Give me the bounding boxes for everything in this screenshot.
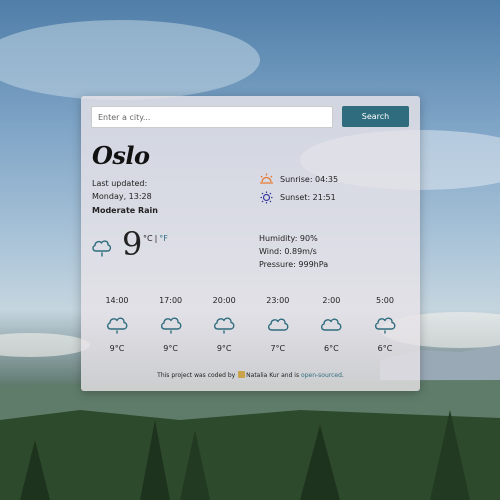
forecast-time: 5:00: [375, 296, 394, 305]
sunrise-text: Sunrise: 04:35: [280, 174, 339, 184]
forecast-item: 5:00 6°C: [359, 296, 411, 353]
footer-middle: and is: [281, 372, 300, 379]
forecast-temp: 6°C: [324, 344, 339, 353]
forecast-temp: 9°C: [163, 344, 178, 353]
rain-cloud-icon: [92, 240, 112, 257]
unit-separator: |: [154, 234, 158, 243]
city-name: Oslo: [92, 141, 150, 170]
forecast-time: 14:00: [105, 296, 129, 305]
cloud-icon: [160, 317, 182, 334]
cloud-icon: [214, 317, 235, 334]
sunset-text: Sunset: 21:51: [280, 193, 336, 202]
forecast-time: 20:00: [212, 296, 236, 305]
forecast-temp: 9°C: [109, 344, 125, 353]
footer-suffix: .: [341, 372, 344, 379]
pressure-text: Pressure: 999hPa: [259, 260, 329, 269]
forecast-row: 14:00 9°C 17:00 9°C 20:00 9°C 23:00 7°C …: [91, 296, 411, 353]
sunset-icon: [260, 191, 273, 204]
sunrise-icon: [260, 173, 273, 184]
forecast-item: 17:00 9°C: [145, 296, 197, 353]
last-updated-time: Monday, 13:28: [92, 192, 152, 201]
forecast-time: 2:00: [322, 296, 341, 305]
search-button[interactable]: Search: [342, 106, 409, 127]
sunset-row: Sunset: 21:51: [259, 191, 336, 204]
weather-card: Search Oslo Last updated: Monday, 13:28 …: [81, 96, 420, 391]
footer-author: Natalia Kur: [246, 372, 280, 379]
weather-description: Moderate Rain: [92, 206, 158, 215]
cloud-icon: [374, 317, 396, 334]
forecast-time: 17:00: [159, 296, 183, 305]
forecast-temp: 6°C: [377, 344, 393, 353]
forecast-item: 14:00 9°C: [91, 296, 143, 353]
search-input[interactable]: [91, 106, 333, 128]
forecast-time: 23:00: [266, 296, 290, 305]
sunrise-row: Sunrise: 04:35: [259, 173, 338, 185]
forecast-item: 20:00 9°C: [198, 296, 250, 353]
footer: This project was coded by Natalia Kur an…: [81, 371, 420, 379]
forecast-temp: 7°C: [270, 344, 286, 353]
wind-text: Wind: 0.89m/s: [259, 247, 317, 256]
avatar-icon: [238, 371, 246, 378]
unit-fahrenheit-link[interactable]: °F: [159, 234, 168, 243]
current-temperature: 9: [122, 225, 143, 263]
humidity-text: Humidity: 90%: [259, 234, 318, 243]
footer-prefix: This project was coded by: [157, 372, 236, 379]
unit-celsius[interactable]: °C: [143, 234, 153, 243]
forecast-temp: 9°C: [216, 344, 232, 353]
forecast-item: 23:00 7°C: [252, 296, 304, 353]
weather-details: Humidity: 90% Wind: 0.89m/s Pressure: 99…: [259, 232, 328, 271]
cloud-icon: [267, 318, 289, 331]
last-updated-label: Last updated:: [92, 179, 148, 188]
cloud-icon: [321, 318, 342, 331]
unit-switch: °C | °F: [143, 234, 168, 243]
open-source-link[interactable]: open-sourced: [301, 372, 342, 379]
cloud-icon: [106, 317, 128, 334]
forecast-item: 2:00 6°C: [305, 296, 357, 353]
